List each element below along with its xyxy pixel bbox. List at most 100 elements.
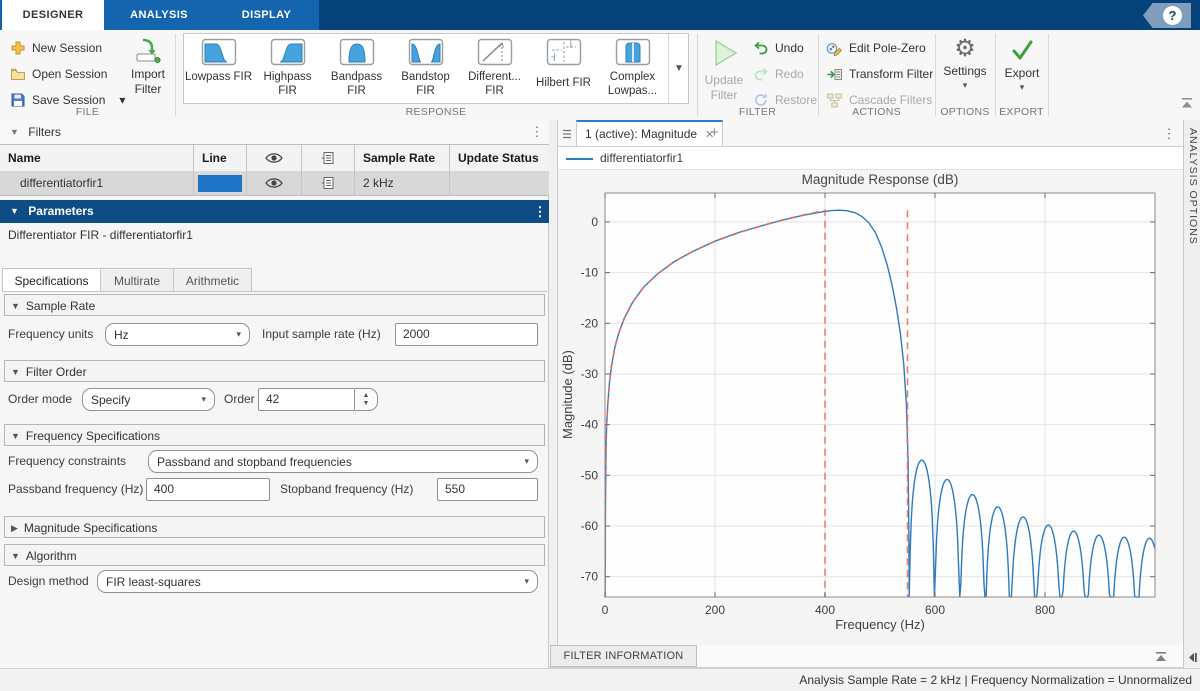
filters-parameters-panel: ▼ Filters ⋮ Name Line Sample Rate Update… bbox=[0, 120, 549, 668]
filter-order-section-title: Filter Order bbox=[26, 365, 87, 379]
filters-collapse-icon[interactable]: ▼ bbox=[10, 120, 19, 144]
sample-rate-section-title: Sample Rate bbox=[26, 299, 95, 313]
parameters-menu-icon[interactable]: ⋮ bbox=[533, 200, 547, 223]
hilbert-fir-label: Hilbert FIR bbox=[529, 77, 598, 91]
stepper-up-icon[interactable]: ▲ bbox=[363, 392, 370, 400]
parameters-panel-header[interactable]: ▼ Parameters ⋮ bbox=[0, 200, 549, 223]
new-session-icon bbox=[10, 40, 26, 56]
toolstrip-tab-bar: DESIGNER ANALYSIS DISPLAY OPTIONS ? bbox=[0, 0, 1200, 30]
legend-item[interactable]: differentiatorfir1 bbox=[600, 151, 683, 165]
order-mode-select[interactable]: Specify ▾ bbox=[82, 388, 215, 411]
magnitude-specs-section-title: Magnitude Specifications bbox=[24, 521, 157, 535]
redo-button[interactable]: Redo bbox=[753, 63, 804, 85]
settings-button[interactable]: ⚙ Settings ▾ bbox=[938, 34, 992, 104]
chevron-down-icon: ▾ bbox=[201, 394, 206, 405]
open-session-button[interactable]: Open Session bbox=[10, 63, 107, 85]
chart-canvas: 02004006008000-10-20-30-40-50-60-70 bbox=[558, 170, 1183, 645]
filter-order-section-header[interactable]: ▼Filter Order bbox=[4, 360, 545, 382]
column-header-visibility[interactable] bbox=[247, 145, 302, 171]
order-mode-label: Order mode bbox=[8, 388, 72, 411]
line-color-swatch[interactable] bbox=[198, 175, 242, 192]
open-session-label: Open Session bbox=[32, 67, 107, 81]
new-plot-tab-button[interactable]: + bbox=[710, 124, 719, 141]
complex-lowpass-button[interactable]: Complex Lowpas... bbox=[598, 34, 667, 103]
algorithm-section-header[interactable]: ▼Algorithm bbox=[4, 544, 545, 566]
restore-panel-icon[interactable] bbox=[1185, 650, 1199, 664]
tab-multirate[interactable]: Multirate bbox=[101, 268, 174, 292]
bandpass-fir-button[interactable]: Bandpass FIR bbox=[322, 34, 391, 103]
passband-frequency-field[interactable]: 400 bbox=[146, 478, 270, 501]
frequency-units-select[interactable]: Hz ▾ bbox=[105, 323, 250, 346]
bandstop-fir-button[interactable]: Bandstop FIR bbox=[391, 34, 460, 103]
tab-designer[interactable]: DESIGNER bbox=[2, 0, 104, 30]
filters-panel-header[interactable]: ▼ Filters ⋮ bbox=[0, 120, 549, 145]
section-separator bbox=[935, 34, 936, 116]
stepper-down-icon[interactable]: ▼ bbox=[363, 400, 370, 408]
analysis-options-strip[interactable]: ANALYSIS OPTIONS bbox=[1183, 120, 1200, 645]
magnitude-plot-tab[interactable]: 1 (active): Magnitude ✕ bbox=[576, 120, 723, 146]
filter-name-cell[interactable]: differentiatorfir1 bbox=[0, 171, 194, 195]
section-separator bbox=[697, 34, 698, 116]
section-separator bbox=[995, 34, 996, 116]
magnitude-specs-section-header[interactable]: ▶ Magnitude Specifications bbox=[4, 516, 545, 538]
design-method-select[interactable]: FIR least-squares ▾ bbox=[97, 570, 538, 593]
collapse-icon: ▼ bbox=[11, 425, 20, 447]
filter-table-row[interactable]: differentiatorfir1 2 kHz bbox=[0, 171, 549, 196]
chevron-down-icon: ▾ bbox=[524, 576, 529, 587]
figure-list-icon[interactable] bbox=[561, 128, 573, 140]
tab-display-options[interactable]: DISPLAY OPTIONS bbox=[214, 0, 319, 30]
filter-visibility-cell[interactable] bbox=[247, 171, 302, 195]
stopband-frequency-field[interactable]: 550 bbox=[437, 478, 538, 501]
panel-divider[interactable] bbox=[549, 120, 558, 668]
annotation-icon bbox=[321, 176, 335, 190]
svg-text:-40: -40 bbox=[581, 418, 599, 432]
differentiator-fir-button[interactable]: Different... FIR bbox=[460, 34, 529, 103]
lowpass-fir-button[interactable]: Lowpass FIR bbox=[184, 34, 253, 103]
frequency-constraints-select[interactable]: Passband and stopband frequencies ▾ bbox=[148, 450, 538, 473]
filter-line-cell[interactable] bbox=[194, 171, 247, 195]
frequency-specs-section-header[interactable]: ▼Frequency Specifications bbox=[4, 424, 545, 446]
restore-label: Restore bbox=[775, 93, 817, 107]
lowpass-fir-label: Lowpass FIR bbox=[184, 71, 253, 85]
frequency-constraints-value: Passband and stopband frequencies bbox=[157, 455, 524, 469]
plot-menu-icon[interactable]: ⋮ bbox=[1162, 126, 1176, 142]
filters-menu-icon[interactable]: ⋮ bbox=[530, 120, 544, 144]
tab-analysis[interactable]: ANALYSIS bbox=[104, 0, 214, 30]
edit-pole-zero-icon bbox=[826, 40, 843, 57]
gallery-expand-arrow-icon[interactable]: ▼ bbox=[668, 34, 689, 103]
edit-pole-zero-button[interactable]: Edit Pole-Zero bbox=[826, 37, 926, 59]
parameters-collapse-icon[interactable]: ▼ bbox=[10, 200, 19, 223]
collapse-icon: ▶ bbox=[11, 517, 18, 539]
column-header-update-status[interactable]: Update Status bbox=[450, 145, 549, 171]
column-header-name[interactable]: Name bbox=[0, 145, 194, 171]
export-button[interactable]: Export ▾ bbox=[997, 34, 1047, 104]
column-header-annotation[interactable] bbox=[302, 145, 355, 171]
x-axis-label: Frequency (Hz) bbox=[605, 617, 1155, 632]
new-session-button[interactable]: New Session bbox=[10, 37, 102, 59]
highpass-fir-button[interactable]: Highpass FIR bbox=[253, 34, 322, 103]
update-filter-button[interactable]: Update Filter bbox=[700, 34, 748, 104]
order-field[interactable]: 42 bbox=[258, 388, 355, 411]
column-header-line[interactable]: Line bbox=[194, 145, 247, 171]
design-method-label: Design method bbox=[8, 570, 89, 593]
hilbert-fir-button[interactable]: j-j Hilbert FIR bbox=[529, 34, 598, 103]
filter-annotation-cell[interactable] bbox=[302, 171, 355, 195]
column-header-sample-rate[interactable]: Sample Rate bbox=[355, 145, 450, 171]
filter-information-button[interactable]: FILTER INFORMATION bbox=[550, 645, 697, 667]
undo-button[interactable]: Undo bbox=[753, 37, 804, 59]
transform-filter-button[interactable]: Transform Filter bbox=[826, 63, 933, 85]
order-stepper[interactable]: ▲▼ bbox=[355, 388, 378, 411]
import-filter-button[interactable]: Import Filter bbox=[124, 34, 172, 104]
gear-icon: ⚙ bbox=[938, 34, 992, 64]
input-sample-rate-field[interactable]: 2000 bbox=[395, 323, 538, 346]
help-button[interactable]: ? bbox=[1143, 3, 1191, 28]
collapse-icon: ▼ bbox=[11, 295, 20, 317]
tab-specifications[interactable]: Specifications bbox=[2, 268, 101, 292]
expand-panel-icon[interactable] bbox=[1154, 650, 1168, 664]
svg-text:j: j bbox=[569, 39, 572, 48]
tab-arithmetic[interactable]: Arithmetic bbox=[174, 268, 252, 292]
minimize-ribbon-icon[interactable] bbox=[1180, 96, 1194, 110]
passband-frequency-label: Passband frequency (Hz) bbox=[8, 478, 143, 501]
svg-text:-30: -30 bbox=[581, 367, 599, 381]
sample-rate-section-header[interactable]: ▼ Sample Rate bbox=[4, 294, 545, 316]
